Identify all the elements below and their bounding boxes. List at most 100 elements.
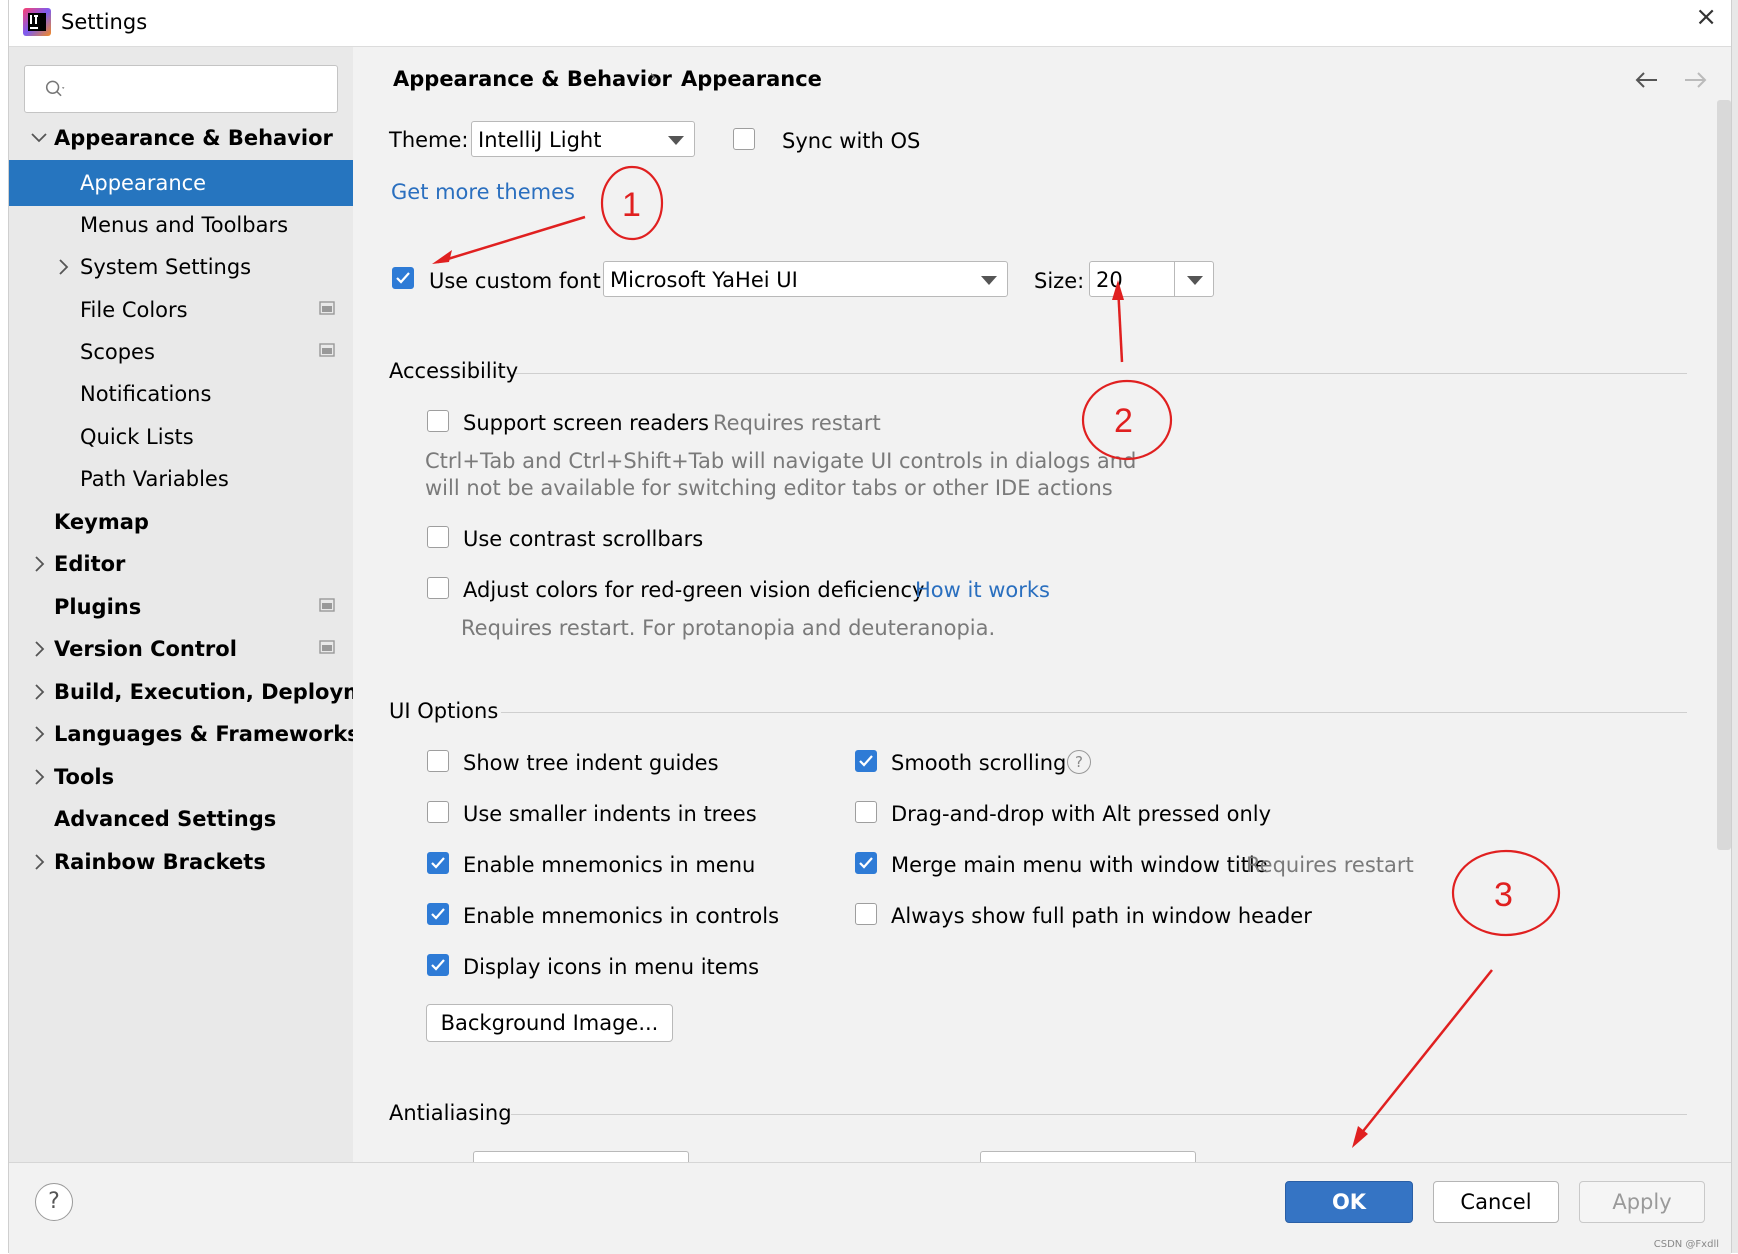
close-icon[interactable]: × (1695, 2, 1717, 32)
font-family-dropdown[interactable]: Microsoft YaHei UI (603, 261, 1008, 297)
smaller-indents-checkbox[interactable] (427, 801, 449, 823)
sidebar-item-version-control[interactable]: Version Control (9, 626, 353, 672)
mnemonics-controls-label: Enable mnemonics in controls (463, 904, 780, 928)
help-question-icon[interactable]: ? (1067, 750, 1091, 774)
theme-dropdown[interactable]: IntelliJ Light (471, 121, 695, 157)
get-more-themes-link[interactable]: Get more themes (391, 180, 575, 204)
title-bar: Settings × (9, 0, 1731, 47)
dropdown-arrow-icon (668, 136, 684, 145)
section-divider (511, 1114, 1687, 1115)
background-image-button[interactable]: Background Image... (426, 1004, 673, 1042)
use-custom-font-checkbox[interactable] (392, 267, 414, 289)
sidebar-item-label: Build, Execution, Deployme (54, 680, 380, 704)
screen-readers-description: Ctrl+Tab and Ctrl+Shift+Tab will navigat… (425, 449, 1137, 473)
watermark: CSDN @Fxdll (1653, 1239, 1719, 1250)
project-level-icon (319, 343, 335, 357)
checkmark-icon (431, 908, 445, 920)
checkmark-icon (431, 857, 445, 869)
sidebar-item-appearance-behavior[interactable]: Appearance & Behavior (9, 115, 353, 161)
sidebar-item-label: Languages & Frameworks (54, 722, 360, 746)
support-screen-readers-checkbox[interactable] (427, 410, 449, 432)
antialiasing-ide-dropdown[interactable] (473, 1151, 689, 1162)
sidebar-item-label: Path Variables (80, 467, 229, 491)
search-icon (45, 80, 65, 97)
checkmark-icon (396, 272, 410, 284)
chevron-right-icon (35, 684, 45, 700)
checkmark-icon (859, 857, 873, 869)
dropdown-arrow-icon (981, 276, 997, 285)
settings-dialog: Settings × Appearance & Behavior Appeara… (8, 0, 1732, 1254)
tree-indent-guides-label: Show tree indent guides (463, 751, 719, 775)
checkmark-icon (431, 959, 445, 971)
mnemonics-menu-checkbox[interactable] (427, 852, 449, 874)
smooth-scrolling-checkbox[interactable] (855, 750, 877, 772)
sidebar-item-languages-frameworks[interactable]: Languages & Frameworks (9, 711, 360, 757)
sidebar-item-label: Menus and Toolbars (80, 213, 289, 237)
back-arrow-icon[interactable] (1633, 69, 1661, 91)
smaller-indents-label: Use smaller indents in trees (463, 802, 757, 826)
drag-drop-alt-checkbox[interactable] (855, 801, 877, 823)
chevron-down-icon (31, 133, 47, 143)
chevron-right-icon (35, 556, 45, 572)
sidebar-item-label: Notifications (80, 382, 212, 406)
font-size-combo[interactable]: 20 (1089, 261, 1214, 297)
forward-arrow-icon[interactable] (1681, 69, 1709, 91)
sidebar-item-appearance[interactable]: Appearance (9, 160, 353, 206)
contrast-scrollbars-label: Use contrast scrollbars (463, 527, 704, 551)
sidebar-item-plugins[interactable]: Plugins (9, 584, 353, 630)
use-custom-font-label: Use custom font: (429, 269, 608, 293)
sidebar-item-path-variables[interactable]: Path Variables (9, 456, 353, 502)
screen-readers-description: will not be available for switching edit… (425, 476, 1113, 500)
search-input[interactable] (24, 65, 338, 113)
sidebar-item-scopes[interactable]: Scopes (9, 329, 353, 375)
section-divider (515, 373, 1687, 374)
mnemonics-controls-checkbox[interactable] (427, 903, 449, 925)
how-it-works-link[interactable]: How it works (915, 578, 1050, 602)
breadcrumb-separator: › (649, 65, 658, 89)
sidebar-item-quick-lists[interactable]: Quick Lists (9, 414, 353, 460)
adjust-colors-checkbox[interactable] (427, 577, 449, 599)
sidebar-item-notifications[interactable]: Notifications (9, 371, 353, 417)
ui-options-header: UI Options (389, 699, 499, 723)
contrast-scrollbars-checkbox[interactable] (427, 526, 449, 548)
sync-with-os-label: Sync with OS (782, 129, 921, 153)
intellij-logo-icon (23, 8, 51, 36)
sidebar-item-tools[interactable]: Tools (9, 754, 353, 800)
chevron-right-icon (35, 726, 45, 742)
checkmark-icon (859, 755, 873, 767)
sync-with-os-checkbox[interactable] (733, 128, 755, 150)
sidebar-item-label: Editor (54, 552, 126, 576)
chevron-right-icon (35, 854, 45, 870)
mnemonics-menu-label: Enable mnemonics in menu (463, 853, 756, 877)
sidebar-item-build-execution[interactable]: Build, Execution, Deployme (9, 669, 379, 715)
settings-content: Appearance & Behavior › Appearance Theme… (353, 47, 1717, 1162)
sidebar-item-editor[interactable]: Editor (9, 541, 353, 587)
sidebar-item-label: Version Control (54, 637, 237, 661)
apply-button[interactable]: Apply (1579, 1181, 1705, 1223)
sidebar-item-keymap[interactable]: Keymap (9, 499, 353, 545)
support-screen-readers-label: Support screen readers (463, 411, 709, 435)
vertical-scrollbar[interactable] (1717, 100, 1731, 850)
tree-indent-guides-checkbox[interactable] (427, 750, 449, 772)
sidebar-item-advanced-settings[interactable]: Advanced Settings (9, 796, 353, 842)
help-button[interactable]: ? (35, 1183, 73, 1221)
full-path-header-checkbox[interactable] (855, 903, 877, 925)
sidebar-item-system-settings[interactable]: System Settings (9, 244, 353, 290)
sidebar-item-rainbow-brackets[interactable]: Rainbow Brackets (9, 839, 353, 885)
sidebar-item-file-colors[interactable]: File Colors (9, 287, 353, 333)
sidebar-item-label: Tools (54, 765, 115, 789)
chevron-right-icon (35, 641, 45, 657)
antialiasing-editor-dropdown[interactable] (980, 1151, 1196, 1162)
cancel-button[interactable]: Cancel (1433, 1181, 1559, 1223)
ok-button[interactable]: OK (1285, 1181, 1413, 1223)
display-icons-checkbox[interactable] (427, 954, 449, 976)
theme-dropdown-value: IntelliJ Light (478, 128, 602, 152)
breadcrumb-parent[interactable]: Appearance & Behavior (393, 67, 672, 91)
sidebar-item-menus-toolbars[interactable]: Menus and Toolbars (9, 202, 353, 248)
dialog-footer: ? OK Cancel Apply CSDN @Fxdll (9, 1162, 1731, 1254)
display-icons-label: Display icons in menu items (463, 955, 760, 979)
merge-main-menu-label: Merge main menu with window title (891, 853, 1268, 877)
sidebar-item-label: Appearance (80, 171, 207, 195)
merge-main-menu-checkbox[interactable] (855, 852, 877, 874)
sidebar-item-label: Advanced Settings (54, 807, 277, 831)
